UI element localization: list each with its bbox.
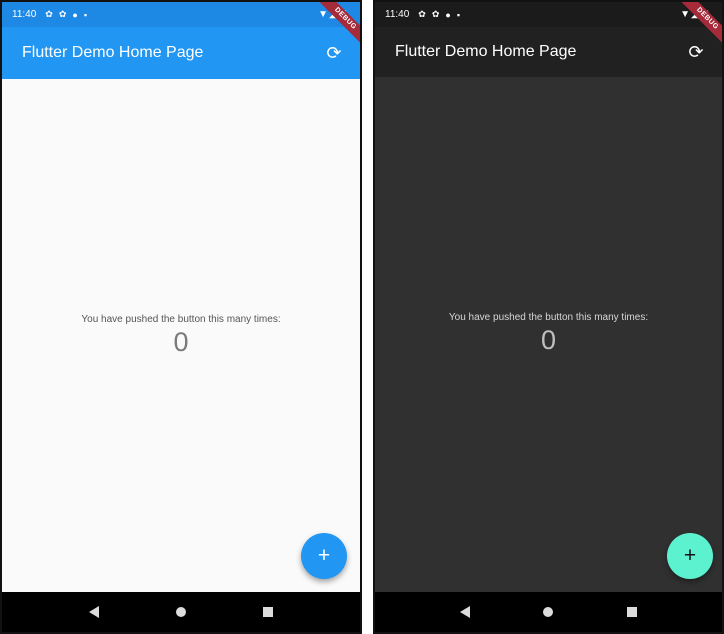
sd-card-icon: ▪ (456, 9, 461, 20)
page-body: You have pushed the button this many tim… (375, 79, 722, 592)
notification-icon: ● (72, 9, 78, 20)
status-time: 11:40 (385, 9, 410, 20)
status-time: 11:40 (12, 9, 37, 20)
page-title: Flutter Demo Home Page (395, 43, 577, 60)
page-title: Flutter Demo Home Page (22, 44, 204, 61)
home-icon (543, 607, 554, 617)
settings-icon: ✿ (45, 9, 53, 19)
recents-button[interactable] (252, 596, 284, 628)
home-button[interactable] (165, 596, 197, 628)
app-bar: Flutter Demo Home Page ⟳ (375, 27, 722, 77)
increment-button[interactable]: + (667, 533, 713, 579)
status-bar: 11:40 ✿ ✿ ● ▪ ▼◢ ▮ (375, 2, 722, 27)
increment-button[interactable]: + (301, 533, 347, 579)
back-icon (459, 606, 470, 618)
home-icon (175, 607, 186, 617)
sd-card-icon: ▪ (83, 9, 88, 20)
back-button[interactable] (78, 596, 110, 628)
phone-screen-light: 11:40 ✿ ✿ ● ▪ ▼◢ ▮ DEBUG Flutter Demo Ho… (0, 0, 362, 634)
counter-value: 0 (173, 327, 189, 357)
recents-icon (263, 607, 274, 617)
refresh-icon[interactable]: ⟳ (322, 41, 346, 65)
counter-label: You have pushed the button this many tim… (448, 312, 649, 323)
recents-icon (627, 607, 638, 617)
recents-button[interactable] (616, 596, 648, 628)
back-icon (88, 606, 99, 618)
add-icon: + (317, 544, 331, 567)
add-icon: + (683, 544, 697, 567)
counter-value: 0 (540, 325, 557, 355)
page-body: You have pushed the button this many tim… (2, 79, 360, 592)
settings-icon: ✿ (418, 9, 426, 19)
status-bar: 11:40 ✿ ✿ ● ▪ ▼◢ ▮ (2, 2, 360, 27)
phone-screen-dark: 11:40 ✿ ✿ ● ▪ ▼◢ ▮ DEBUG Flutter Demo Ho… (373, 0, 724, 634)
counter-label: You have pushed the button this many tim… (81, 314, 281, 325)
system-nav-bar (375, 592, 722, 632)
refresh-icon[interactable]: ⟳ (684, 40, 708, 64)
settings-icon: ✿ (58, 9, 67, 19)
app-bar: Flutter Demo Home Page ⟳ (2, 27, 360, 79)
settings-icon: ✿ (431, 9, 440, 19)
home-button[interactable] (532, 596, 564, 628)
counter-section: You have pushed the button this many tim… (2, 314, 360, 358)
system-nav-bar (2, 592, 360, 632)
counter-section: You have pushed the button this many tim… (375, 312, 722, 356)
back-button[interactable] (449, 596, 481, 628)
notification-icon: ● (445, 9, 451, 20)
